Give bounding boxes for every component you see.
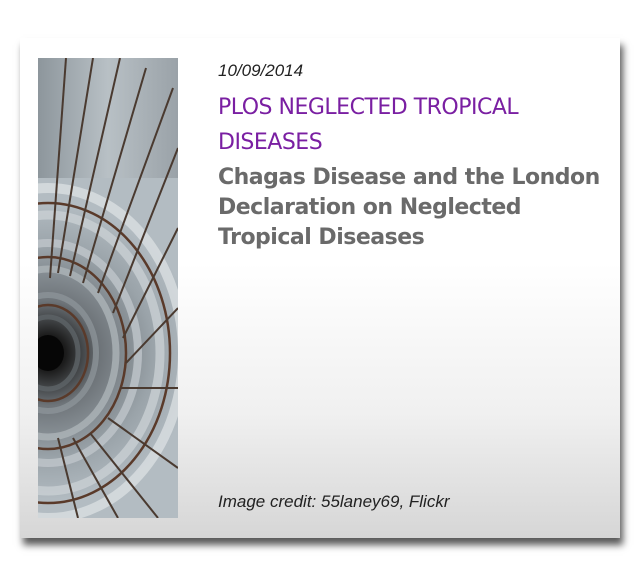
article-thumbnail[interactable] bbox=[38, 58, 178, 518]
image-credit: Image credit: 55laney69, Flickr bbox=[218, 492, 450, 511]
article-headline[interactable]: Chagas Disease and the London Declaratio… bbox=[218, 163, 608, 253]
publish-date: 10/09/2014 bbox=[218, 61, 304, 80]
spiral-staircase-image bbox=[38, 58, 178, 518]
article-card[interactable]: 10/09/2014 PLOS NEGLECTED TROPICAL DISEA… bbox=[20, 38, 620, 538]
article-content: 10/09/2014 PLOS NEGLECTED TROPICAL DISEA… bbox=[218, 60, 608, 253]
journal-name[interactable]: PLOS NEGLECTED TROPICAL DISEASES bbox=[218, 90, 608, 160]
